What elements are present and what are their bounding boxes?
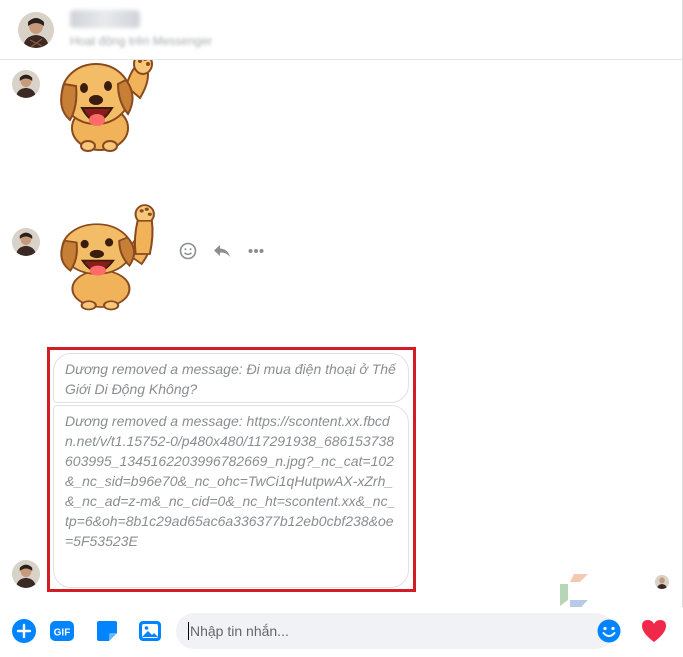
sticker-icon[interactable] [94, 618, 120, 644]
smiley-icon[interactable] [178, 241, 198, 261]
emoji-icon[interactable] [596, 618, 622, 644]
photo-icon[interactable] [137, 618, 163, 644]
sender-avatar[interactable] [12, 228, 40, 256]
dog-sticker[interactable] [48, 60, 158, 158]
text-caret [188, 622, 189, 640]
plus-icon[interactable] [11, 618, 37, 644]
removed-message-text: Dương removed a message: Đi mua điện tho… [65, 361, 396, 397]
sender-avatar[interactable] [12, 560, 40, 588]
more-icon[interactable] [246, 241, 266, 261]
contact-name-blurred[interactable] [70, 10, 140, 28]
highlight-box: Dương removed a message: Đi mua điện tho… [47, 347, 416, 592]
contact-avatar[interactable] [18, 12, 54, 48]
reply-icon[interactable] [212, 241, 232, 261]
conversation-header: Hoạt động trên Messenger [0, 0, 683, 60]
svg-text:GIF: GIF [54, 628, 71, 639]
read-receipt-avatar [655, 575, 669, 589]
removed-message-bubble[interactable]: Dương removed a message: https://sconten… [53, 405, 409, 588]
dog-sticker[interactable] [48, 196, 160, 312]
removed-message-bubble[interactable]: Dương removed a message: Đi mua điện tho… [53, 353, 409, 403]
message-hover-actions [178, 240, 266, 262]
heart-icon[interactable] [640, 617, 668, 645]
active-status: Hoạt động trên Messenger [70, 34, 213, 48]
computing-logo-icon [560, 574, 588, 608]
message-input[interactable] [176, 613, 614, 649]
sender-avatar[interactable] [12, 70, 40, 98]
gif-icon[interactable]: GIF [49, 618, 75, 644]
message-composer: GIF [0, 607, 683, 657]
removed-message-text: Dương removed a message: https://sconten… [65, 413, 396, 549]
